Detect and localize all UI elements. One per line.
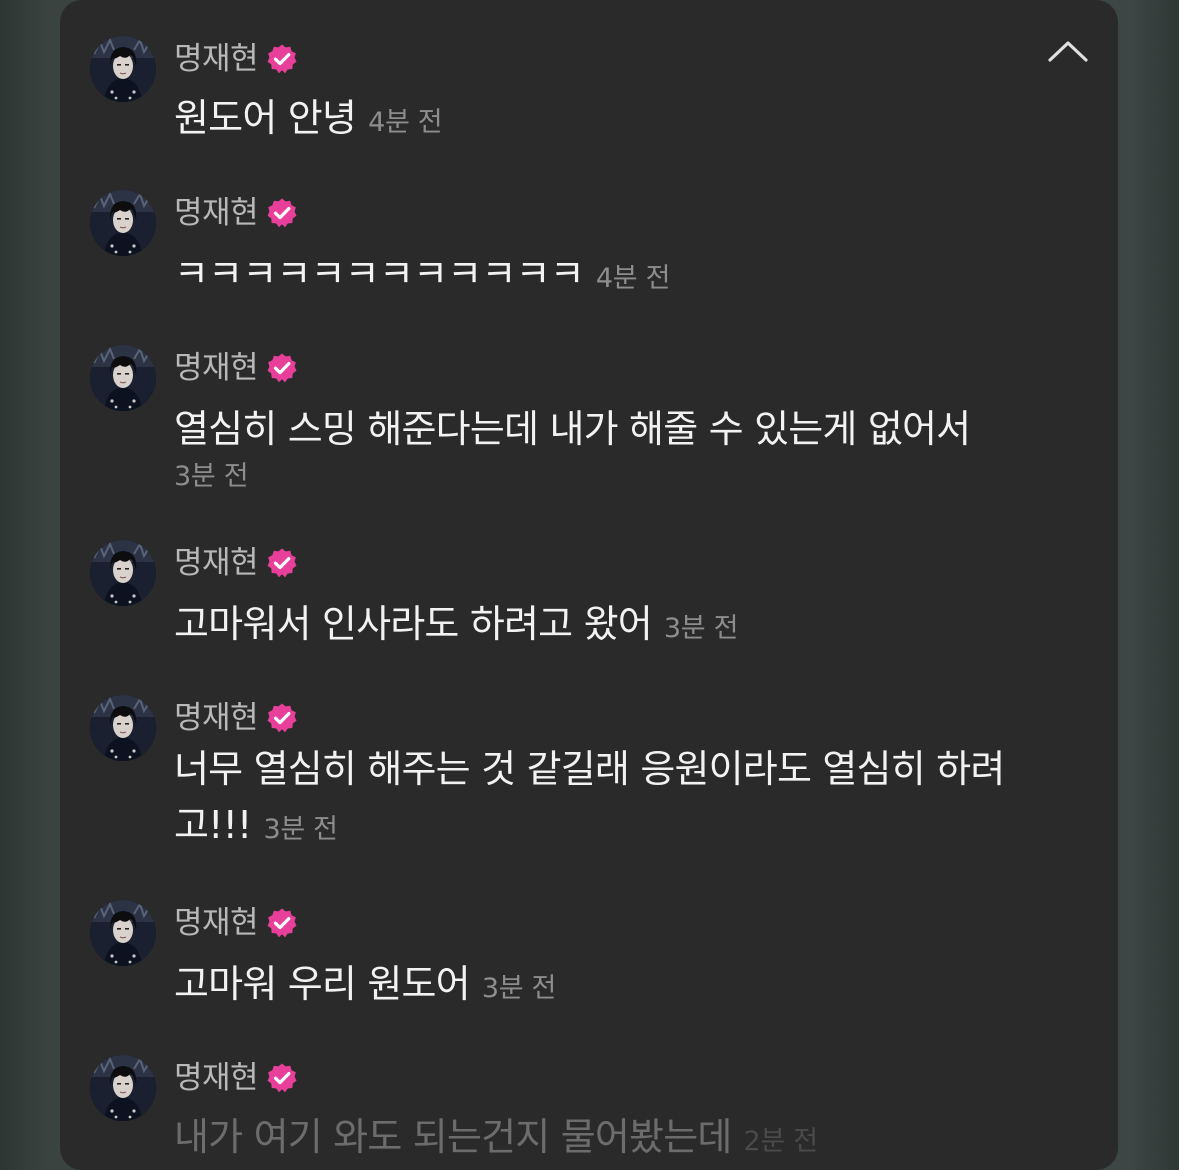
comment-text: ㅋㅋㅋㅋㅋㅋㅋㅋㅋㅋㅋㅋ	[174, 252, 585, 296]
comment-body: 열심히 스밍 해준다는데 내가 해줄 수 있는게 없어서 3분 전	[174, 401, 1078, 497]
comment-text: 내가 여기 와도 되는건지 물어봤는데	[174, 1115, 732, 1159]
username[interactable]: 명재현	[174, 697, 259, 739]
timestamp: 2분 전	[743, 1126, 819, 1157]
comment-header: 명재현	[174, 542, 298, 584]
avatar[interactable]	[90, 1055, 156, 1121]
comment-header: 명재현	[174, 697, 298, 739]
comment-text: 원도어 안녕	[174, 96, 357, 140]
comment-panel: 명재현 원도어 안녕 4분 전 명재현 ㅋㅋㅋㅋㅋㅋㅋㅋㅋㅋㅋㅋ 4분 전 명재현 …	[60, 0, 1118, 1170]
verified-badge-icon	[266, 702, 298, 734]
username[interactable]: 명재현	[174, 902, 259, 944]
username[interactable]: 명재현	[174, 192, 259, 234]
avatar[interactable]	[90, 900, 156, 966]
avatar[interactable]	[90, 540, 156, 606]
verified-badge-icon	[266, 352, 298, 384]
verified-badge-icon	[266, 43, 298, 75]
chevron-up-icon[interactable]	[1046, 34, 1090, 70]
avatar[interactable]	[90, 190, 156, 256]
comment-body: 고마워 우리 원도어 3분 전	[174, 956, 1078, 1017]
verified-badge-icon	[266, 197, 298, 229]
comment-header: 명재현	[174, 38, 298, 80]
timestamp: 3분 전	[263, 814, 338, 845]
comment-header: 명재현	[174, 1057, 298, 1099]
comment-text: 고마워 우리 원도어	[174, 962, 471, 1006]
verified-badge-icon	[266, 907, 298, 939]
timestamp: 4분 전	[368, 107, 443, 138]
username[interactable]: 명재현	[174, 542, 259, 584]
username[interactable]: 명재현	[174, 1057, 259, 1099]
comment-body: ㅋㅋㅋㅋㅋㅋㅋㅋㅋㅋㅋㅋ 4분 전	[174, 246, 1078, 307]
timestamp: 3분 전	[663, 613, 739, 644]
timestamp: 3분 전	[174, 461, 249, 492]
comment-header: 명재현	[174, 902, 298, 944]
comment-header: 명재현	[174, 192, 298, 234]
avatar[interactable]	[90, 345, 156, 411]
comment-body: 내가 여기 와도 되는건지 물어봤는데 2분 전	[174, 1109, 1078, 1170]
timestamp: 3분 전	[481, 973, 557, 1004]
verified-badge-icon	[266, 1062, 298, 1094]
username[interactable]: 명재현	[174, 347, 259, 389]
username[interactable]: 명재현	[174, 38, 259, 80]
avatar[interactable]	[90, 695, 156, 761]
comment-header: 명재현	[174, 347, 298, 389]
comment-body: 원도어 안녕 4분 전	[174, 90, 1078, 151]
comment-body: 고마워서 인사라도 하려고 왔어 3분 전	[174, 596, 1078, 657]
comment-text: 열심히 스밍 해준다는데 내가 해줄 수 있는게 없어서	[174, 407, 971, 451]
timestamp: 4분 전	[595, 263, 671, 294]
comment-body: 너무 열심히 해주는 것 같길래 응원이라도 열심히 하려고!!! 3분 전	[174, 741, 1028, 858]
avatar[interactable]	[90, 36, 156, 102]
verified-badge-icon	[266, 547, 298, 579]
comment-text: 고마워서 인사라도 하려고 왔어	[174, 602, 653, 646]
